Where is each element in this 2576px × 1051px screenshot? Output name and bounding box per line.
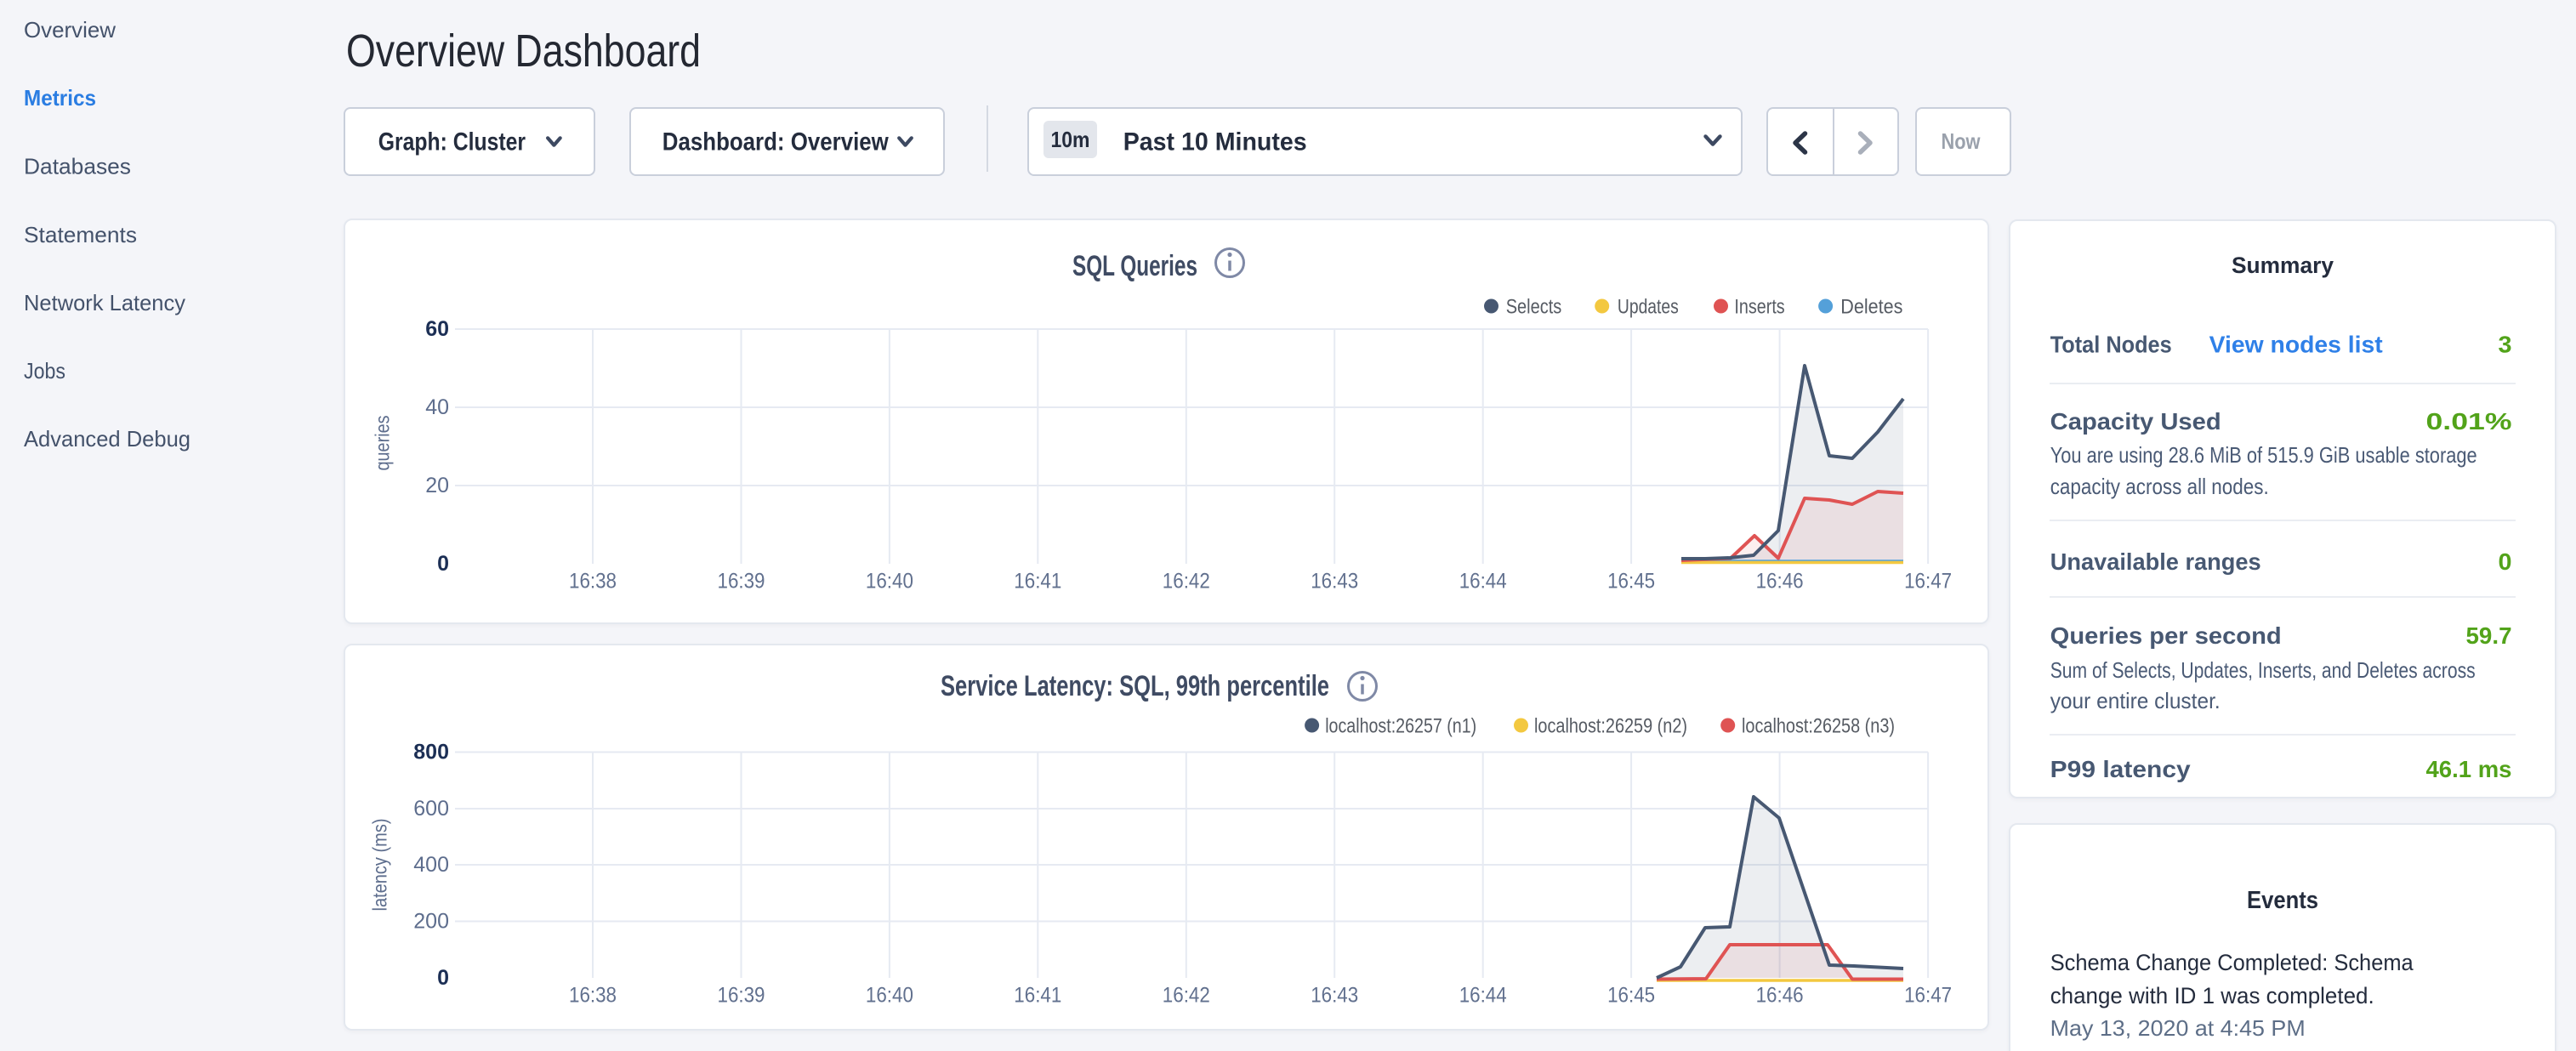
svg-text:Unavailable ranges: Unavailable ranges (2050, 548, 2261, 575)
svg-text:Total Nodes: Total Nodes (2050, 332, 2172, 358)
svg-text:16:46: 16:46 (1756, 570, 1804, 594)
svg-text:16:44: 16:44 (1459, 984, 1507, 1008)
svg-text:your entire cluster.: your entire cluster. (2050, 688, 2221, 713)
svg-text:46.1 ms: 46.1 ms (2426, 756, 2512, 782)
svg-text:16:40: 16:40 (866, 984, 913, 1008)
svg-text:16:43: 16:43 (1311, 984, 1358, 1008)
svg-text:16:39: 16:39 (718, 570, 765, 594)
svg-text:Now: Now (1942, 128, 1982, 154)
svg-text:Statements: Statements (24, 222, 137, 247)
svg-text:16:47: 16:47 (1904, 984, 1952, 1008)
svg-text:localhost:26257 (n1): localhost:26257 (n1) (1325, 715, 1476, 738)
svg-text:16:41: 16:41 (1014, 984, 1061, 1008)
svg-text:Overview Dashboard: Overview Dashboard (346, 26, 701, 77)
svg-text:SQL Queries: SQL Queries (1072, 250, 1197, 282)
svg-text:16:45: 16:45 (1607, 984, 1655, 1008)
svg-text:May 13, 2020 at 4:45 PM: May 13, 2020 at 4:45 PM (2050, 1015, 2306, 1041)
svg-text:0: 0 (2499, 548, 2512, 575)
svg-text:queries: queries (372, 416, 394, 471)
svg-text:Inserts: Inserts (1734, 296, 1784, 319)
svg-text:P99 latency: P99 latency (2050, 756, 2191, 782)
svg-text:800: 800 (413, 741, 449, 764)
svg-text:View nodes list: View nodes list (2209, 332, 2383, 358)
svg-text:0: 0 (437, 552, 449, 576)
svg-text:Schema Change Completed: Schem: Schema Change Completed: Schema (2050, 950, 2414, 975)
svg-text:Graph: Cluster: Graph: Cluster (378, 128, 526, 156)
svg-text:Events: Events (2247, 887, 2318, 914)
svg-text:16:41: 16:41 (1014, 570, 1061, 594)
svg-text:16:39: 16:39 (718, 984, 765, 1008)
svg-text:Databases: Databases (24, 154, 131, 179)
svg-text:Deletes: Deletes (1840, 296, 1902, 319)
svg-text:59.7: 59.7 (2466, 622, 2512, 649)
svg-text:localhost:26259 (n2): localhost:26259 (n2) (1534, 715, 1687, 738)
svg-text:10m: 10m (1051, 127, 1090, 152)
svg-text:Sum of Selects, Updates, Inser: Sum of Selects, Updates, Inserts, and De… (2050, 657, 2476, 683)
svg-text:16:47: 16:47 (1904, 570, 1952, 594)
svg-text:60: 60 (425, 317, 449, 341)
svg-text:3: 3 (2499, 332, 2512, 358)
svg-text:Jobs: Jobs (24, 358, 65, 383)
svg-text:Updates: Updates (1618, 296, 1679, 319)
svg-text:Dashboard: Overview: Dashboard: Overview (662, 128, 890, 156)
svg-text:200: 200 (413, 910, 449, 934)
svg-text:600: 600 (413, 797, 449, 821)
svg-text:400: 400 (413, 853, 449, 877)
svg-text:localhost:26258 (n3): localhost:26258 (n3) (1742, 715, 1895, 738)
svg-text:Selects: Selects (1506, 296, 1562, 319)
svg-text:latency (ms): latency (ms) (369, 819, 391, 912)
svg-text:Summary: Summary (2232, 253, 2334, 278)
svg-text:16:38: 16:38 (569, 984, 617, 1008)
svg-text:16:40: 16:40 (866, 570, 913, 594)
svg-text:Metrics: Metrics (24, 85, 96, 111)
svg-text:16:38: 16:38 (569, 570, 617, 594)
svg-text:You are using 28.6 MiB of 515.: You are using 28.6 MiB of 515.9 GiB usab… (2050, 442, 2477, 468)
svg-text:Advanced Debug: Advanced Debug (24, 426, 190, 452)
svg-text:Network Latency: Network Latency (24, 290, 185, 315)
svg-text:Overview: Overview (24, 17, 116, 43)
svg-text:change with ID 1 was completed: change with ID 1 was completed. (2050, 983, 2374, 1008)
svg-text:16:42: 16:42 (1163, 984, 1210, 1008)
svg-text:16:43: 16:43 (1311, 570, 1358, 594)
svg-text:16:45: 16:45 (1607, 570, 1655, 594)
svg-text:0.01%: 0.01% (2426, 408, 2512, 435)
svg-text:Queries per second: Queries per second (2050, 622, 2282, 649)
svg-text:capacity across all nodes.: capacity across all nodes. (2050, 474, 2269, 499)
svg-text:16:42: 16:42 (1163, 570, 1210, 594)
svg-text:Service Latency: SQL, 99th per: Service Latency: SQL, 99th percentile (941, 670, 1329, 702)
svg-text:16:44: 16:44 (1459, 570, 1507, 594)
svg-text:20: 20 (425, 474, 449, 497)
svg-text:0: 0 (437, 966, 449, 990)
svg-text:Capacity Used: Capacity Used (2050, 408, 2221, 435)
svg-text:16:46: 16:46 (1756, 984, 1804, 1008)
svg-text:Past 10 Minutes: Past 10 Minutes (1123, 128, 1307, 156)
svg-text:40: 40 (425, 395, 449, 419)
